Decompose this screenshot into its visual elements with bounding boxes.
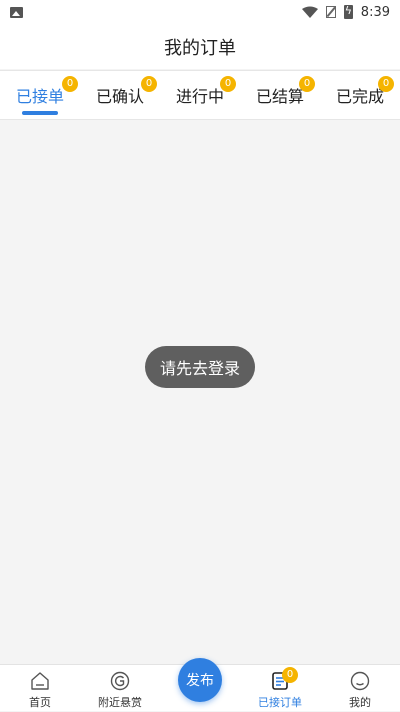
tab-label: 进行中 <box>175 87 224 106</box>
nav-label: 首页 <box>29 696 51 709</box>
nav-label: 我的 <box>349 696 371 709</box>
nav-badge: 0 <box>282 667 298 683</box>
nav-label: 已接订单 <box>258 696 302 709</box>
tab-label: 已结算 <box>255 87 304 106</box>
tab-badge: 0 <box>378 76 394 92</box>
nav-accepted-orders[interactable]: 已接订单 <box>240 665 320 712</box>
login-toast: 请先去登录 <box>145 346 255 388</box>
tab-badge: 0 <box>62 76 78 92</box>
tab-badge: 0 <box>141 76 157 92</box>
no-sim-icon <box>325 6 336 18</box>
publish-label: 发布 <box>186 673 214 689</box>
nearby-icon <box>110 671 130 691</box>
home-icon <box>30 671 50 691</box>
status-bar: 8:39 <box>0 0 400 24</box>
status-time: 8:39 <box>360 4 390 20</box>
gallery-notification-icon <box>10 6 23 18</box>
profile-icon <box>350 671 370 691</box>
tab-confirmed[interactable]: 已确认 <box>90 71 150 119</box>
nav-profile[interactable]: 我的 <box>320 665 400 712</box>
tab-badge: 0 <box>299 76 315 92</box>
tab-label: 已确认 <box>95 87 144 106</box>
tab-label: 已接单 <box>15 87 64 106</box>
nav-label: 附近悬赏 <box>98 696 142 709</box>
battery-charging-icon <box>343 4 353 19</box>
active-tab-indicator <box>22 111 58 115</box>
wifi-icon <box>301 6 318 18</box>
order-tabs: 已接单 0 已确认 0 进行中 0 已结算 0 已完成 0 <box>0 70 400 120</box>
nav-home[interactable]: 首页 <box>0 665 80 712</box>
page-title: 我的订单 <box>164 37 236 59</box>
nav-nearby-rewards[interactable]: 附近悬赏 <box>80 665 160 712</box>
title-bar: 我的订单 <box>0 24 400 69</box>
tab-badge: 0 <box>220 76 236 92</box>
publish-button[interactable]: 发布 <box>178 658 222 702</box>
toast-text: 请先去登录 <box>159 359 240 378</box>
tab-label: 已完成 <box>335 87 384 106</box>
